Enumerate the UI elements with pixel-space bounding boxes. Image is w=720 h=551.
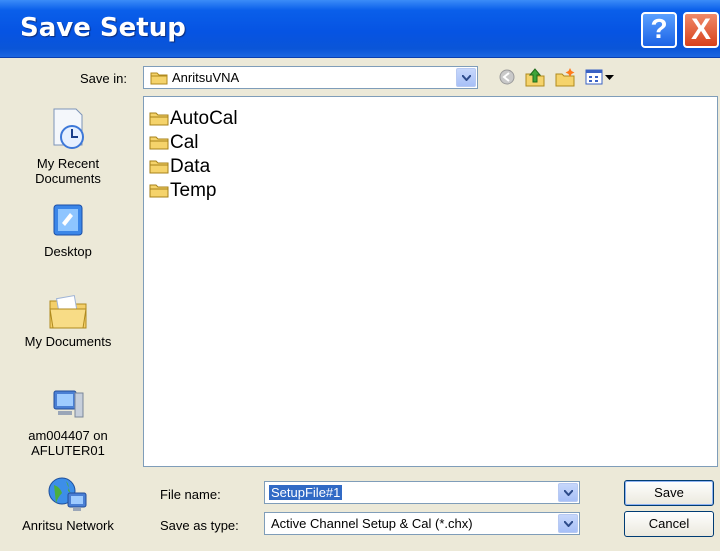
file-name: Cal	[170, 132, 199, 153]
place-anritsu-network[interactable]: Anritsu Network	[6, 475, 130, 533]
save-as-type-value: Active Channel Setup & Cal (*.chx)	[271, 516, 473, 531]
place-network-drive[interactable]: am004407 on AFLUTER01	[6, 385, 130, 458]
title-bar: Save Setup ? X	[0, 0, 720, 58]
place-label: Anritsu Network	[22, 518, 114, 533]
file-name-label: File name:	[160, 487, 221, 502]
file-name: Data	[170, 156, 211, 177]
list-item[interactable]: AutoCal	[149, 107, 238, 131]
my-documents-icon	[49, 294, 87, 329]
list-item[interactable]: Data	[149, 155, 210, 179]
chevron-down-icon[interactable]	[456, 68, 476, 87]
close-button[interactable]: X	[683, 12, 719, 48]
save-in-dropdown[interactable]: AnritsuVNA	[143, 66, 478, 89]
chevron-down-icon[interactable]	[558, 514, 578, 533]
computer-icon	[53, 390, 84, 418]
help-button[interactable]: ?	[641, 12, 677, 48]
folder-icon	[149, 160, 169, 174]
file-list[interactable]: AutoCal Cal Data Temp	[143, 96, 718, 467]
chevron-down-icon[interactable]	[558, 483, 578, 502]
save-button[interactable]: Save	[624, 480, 714, 506]
file-name: Temp	[170, 180, 217, 201]
place-label: am004407 on AFLUTER01	[28, 428, 108, 458]
save-in-label: Save in:	[80, 71, 127, 86]
up-folder-icon[interactable]	[524, 66, 546, 88]
place-my-documents[interactable]: My Documents	[6, 291, 130, 349]
save-as-type-dropdown[interactable]: Active Channel Setup & Cal (*.chx)	[264, 512, 580, 535]
folder-icon	[150, 72, 168, 85]
recent-documents-icon	[53, 108, 84, 149]
save-in-value: AnritsuVNA	[172, 70, 240, 85]
place-my-recent-documents[interactable]: My Recent Documents	[6, 107, 130, 186]
desktop-icon	[53, 204, 83, 236]
folder-icon	[149, 184, 169, 198]
place-label: My Documents	[24, 334, 112, 349]
folder-icon	[149, 112, 169, 126]
view-menu-icon[interactable]	[584, 66, 618, 88]
place-label: Desktop	[44, 244, 92, 259]
back-icon[interactable]	[496, 66, 518, 88]
save-as-type-label: Save as type:	[160, 518, 239, 533]
place-label: My Recent Documents	[35, 156, 101, 186]
file-name-value: SetupFile#1	[269, 485, 343, 500]
folder-icon	[149, 136, 169, 150]
places-bar: My Recent Documents Desktop My Documents…	[6, 95, 130, 545]
network-globe-icon	[48, 477, 87, 511]
list-item[interactable]: Temp	[149, 179, 216, 203]
cancel-button[interactable]: Cancel	[624, 511, 714, 537]
new-folder-icon[interactable]	[554, 66, 576, 88]
file-name: AutoCal	[170, 108, 238, 129]
window-title: Save Setup	[20, 13, 186, 43]
place-desktop[interactable]: Desktop	[6, 201, 130, 259]
file-name-input[interactable]: SetupFile#1	[264, 481, 580, 504]
list-item[interactable]: Cal	[149, 131, 199, 155]
